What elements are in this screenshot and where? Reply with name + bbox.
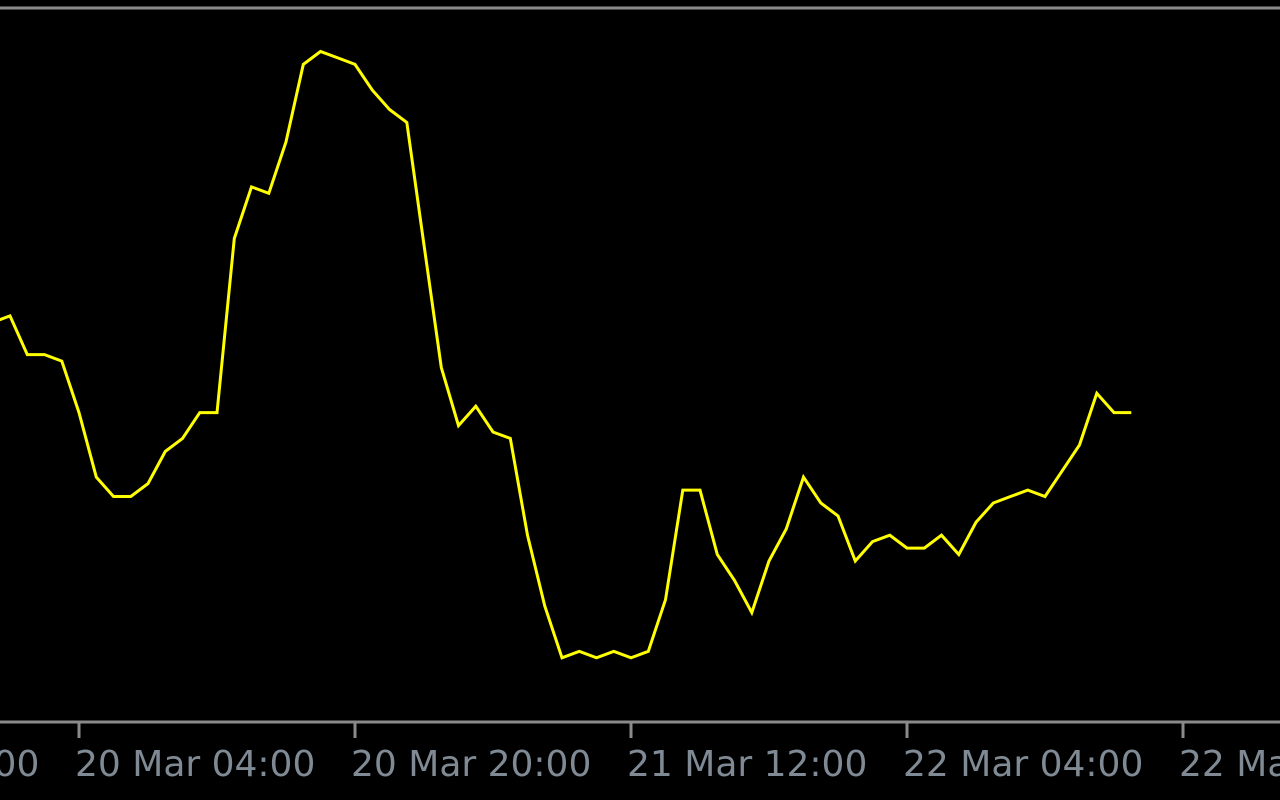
chart-panel: 19 Mar 12:00 20 Mar 04:00 20 Mar 20:00 21 M…: [0, 0, 1280, 800]
x-tick-label: 22 Mar 04:00: [903, 744, 1143, 785]
x-axis-ticks: 19 Mar 12:00 20 Mar 04:00 20 Mar 20:00 21 M…: [0, 722, 1280, 785]
x-tick-label: 21 Mar 12:00: [627, 744, 867, 785]
x-tick-label: 22 Mar 20:00: [1179, 744, 1280, 785]
line-chart: 19 Mar 12:00 20 Mar 04:00 20 Mar 20:00 21 M…: [0, 6, 1280, 785]
x-tick-label: 20 Mar 20:00: [351, 744, 591, 785]
x-tick-label: 19 Mar 12:00: [0, 744, 39, 785]
series-line: [0, 49, 1132, 660]
x-tick-label: 20 Mar 04:00: [75, 744, 315, 785]
series-layer: [0, 49, 1132, 660]
